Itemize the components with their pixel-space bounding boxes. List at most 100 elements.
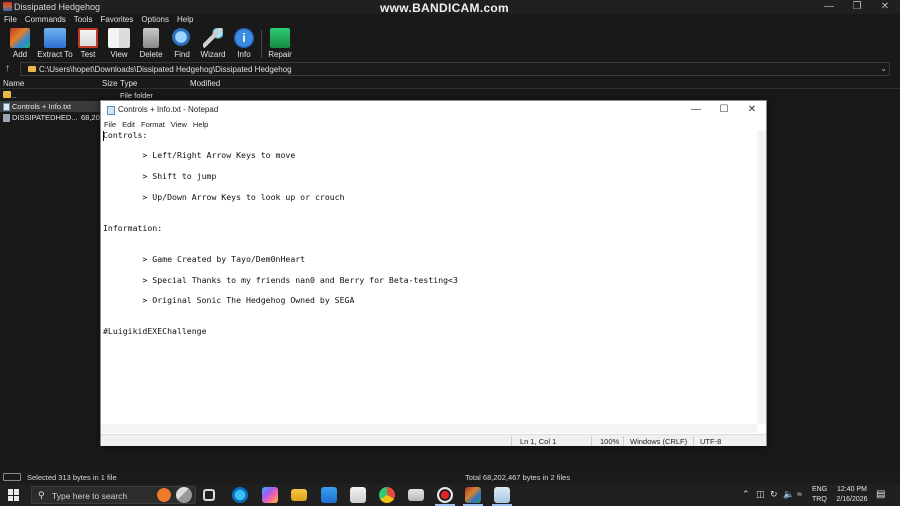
wizard-button[interactable]: Wizard — [198, 26, 228, 62]
notepad-close-button[interactable]: ✕ — [738, 101, 766, 119]
np-menu-edit[interactable]: Edit — [119, 119, 138, 130]
status-divider — [693, 436, 694, 446]
menu-tools[interactable]: Tools — [70, 13, 97, 26]
column-name[interactable]: Name — [3, 79, 24, 88]
network-share-icon[interactable]: ◫ — [756, 489, 765, 500]
column-size[interactable]: Size — [102, 79, 118, 88]
status-divider — [623, 436, 624, 446]
winrar-taskbar-icon[interactable] — [465, 487, 481, 503]
find-magnifier-icon — [172, 28, 192, 48]
file-row-dissipated[interactable]: DISSIPATEDHED... 68,202 — [0, 112, 104, 123]
clock-time[interactable]: 12:40 PM — [832, 486, 872, 493]
notepad-minimize-button[interactable]: — — [682, 101, 710, 119]
winrar-path-bar: ↑ C:\Users\hopet\Downloads\Dissipated He… — [0, 62, 900, 76]
file-list-header: Name Size Type Modified — [0, 78, 900, 89]
vertical-scrollbar[interactable] — [757, 130, 766, 424]
np-menu-format[interactable]: Format — [138, 119, 168, 130]
np-menu-file[interactable]: File — [101, 119, 119, 130]
file-row-controls-info[interactable]: Controls + Info.txt — [0, 101, 100, 112]
search-placeholder: Type here to search — [52, 491, 128, 501]
winrar-titlebar[interactable]: Dissipated Hedgehog www.BANDICAM.com — ❐… — [0, 0, 900, 15]
copilot-app-icon[interactable] — [262, 487, 278, 503]
windows-start-icon[interactable] — [8, 489, 20, 501]
search-icon: ⚲ — [38, 490, 45, 500]
chrome-browser-icon[interactable] — [379, 487, 395, 503]
add-button[interactable]: Add — [4, 26, 36, 62]
winrar-statusbar: Selected 313 bytes in 1 file Total 68,20… — [0, 470, 900, 484]
column-modified[interactable]: Modified — [190, 79, 220, 88]
text-file-icon — [3, 103, 10, 111]
up-one-level-icon[interactable]: ↑ — [5, 63, 10, 74]
path-input[interactable]: C:\Users\hopet\Downloads\Dissipated Hedg… — [20, 62, 890, 76]
menu-help[interactable]: Help — [173, 13, 197, 26]
close-button[interactable]: ✕ — [871, 0, 899, 14]
view-button[interactable]: View — [104, 26, 134, 62]
text-line: > Left/Right Arrow Keys to move — [103, 150, 296, 160]
monitor-app-icon[interactable] — [408, 489, 424, 501]
status-divider — [511, 436, 512, 446]
delete-button[interactable]: Delete — [136, 26, 166, 62]
notepad-window-title: Controls + Info.txt - Notepad — [118, 105, 219, 114]
repair-kit-icon — [270, 28, 290, 48]
sync-icon[interactable]: ↻ — [770, 489, 778, 500]
keyboard-layout-indicator[interactable]: TRQ — [812, 496, 827, 503]
exe-file-icon — [3, 114, 10, 122]
basketball-widget-icon[interactable] — [156, 487, 172, 503]
text-line: Controls: — [103, 130, 148, 140]
file-explorer-icon[interactable] — [291, 489, 307, 501]
status-total: Total 68,202,467 bytes in 2 files — [465, 473, 571, 482]
extract-folder-icon — [44, 28, 66, 48]
column-type[interactable]: Type — [120, 79, 137, 88]
minimize-button[interactable]: — — [815, 0, 843, 14]
menu-favorites[interactable]: Favorites — [96, 13, 137, 26]
notepad-maximize-button[interactable]: ☐ — [710, 101, 738, 119]
find-button[interactable]: Find — [168, 26, 196, 62]
menu-options[interactable]: Options — [137, 13, 173, 26]
winrar-toolbar: Add Extract To Test View Delete Find Wiz… — [0, 26, 900, 62]
view-book-icon — [108, 28, 130, 48]
chevron-up-icon[interactable]: ⌃ — [742, 489, 750, 500]
status-divider — [591, 436, 592, 446]
copilot-tool-icon[interactable] — [176, 487, 192, 503]
test-clipboard-icon — [78, 28, 98, 48]
clock-date[interactable]: 2/16/2026 — [832, 496, 872, 503]
text-line: > Game Created by Tayo/Dem0nHeart — [103, 254, 306, 264]
wizard-wand-icon — [203, 28, 223, 48]
horizontal-scrollbar[interactable] — [101, 424, 757, 433]
test-button[interactable]: Test — [74, 26, 102, 62]
notepad-statusbar: Ln 1, Col 1 100% Windows (CRLF) UTF-8 — [101, 434, 766, 446]
info-button[interactable]: i Info — [230, 26, 258, 62]
menu-file[interactable]: File — [0, 13, 21, 26]
text-line: > Original Sonic The Hedgehog Owned by S… — [103, 295, 355, 305]
task-view-icon[interactable] — [203, 489, 215, 501]
edge-browser-icon[interactable] — [232, 487, 248, 503]
np-menu-help[interactable]: Help — [190, 119, 211, 130]
text-line: Information: — [103, 223, 163, 233]
speaker-icon[interactable]: 🔈 — [783, 489, 794, 500]
status-selected: Selected 313 bytes in 1 file — [27, 473, 117, 482]
taskbar: ⚲ Type here to search ⌃ ◫ ↻ 🔈 ≈ ENG TRQ … — [0, 484, 900, 506]
winrar-menubar: File Commands Tools Favorites Options He… — [0, 13, 900, 26]
bandicam-record-icon[interactable] — [437, 487, 453, 503]
np-menu-view[interactable]: View — [168, 119, 190, 130]
folder-icon — [3, 91, 11, 98]
path-text: C:\Users\hopet\Downloads\Dissipated Hedg… — [39, 65, 292, 74]
language-indicator[interactable]: ENG — [812, 486, 827, 493]
wifi-icon[interactable]: ≈ — [797, 489, 802, 499]
notepad-taskbar-icon[interactable] — [494, 487, 510, 503]
text-line: #LuigikidEXEChallenge — [103, 326, 207, 336]
status-cursor-position: Ln 1, Col 1 — [520, 437, 557, 446]
repair-button[interactable]: Repair — [266, 26, 294, 62]
notepad-menubar: File Edit Format View Help — [101, 119, 766, 130]
add-archive-icon — [10, 28, 30, 48]
extract-to-button[interactable]: Extract To — [36, 26, 74, 62]
chevron-down-icon[interactable]: ⌄ — [880, 64, 887, 73]
notepad-titlebar[interactable]: Controls + Info.txt - Notepad — ☐ ✕ — [101, 101, 766, 119]
notepad-text-area[interactable]: Controls: > Left/Right Arrow Keys to mov… — [103, 130, 756, 424]
text-line: > Up/Down Arrow Keys to look up or crouc… — [103, 192, 345, 202]
outlook-mail-icon[interactable] — [321, 487, 337, 503]
maximize-button[interactable]: ❐ — [843, 0, 871, 14]
notification-icon[interactable]: ▤ — [876, 489, 885, 500]
menu-commands[interactable]: Commands — [21, 13, 70, 26]
microsoft-store-icon[interactable] — [350, 487, 366, 503]
